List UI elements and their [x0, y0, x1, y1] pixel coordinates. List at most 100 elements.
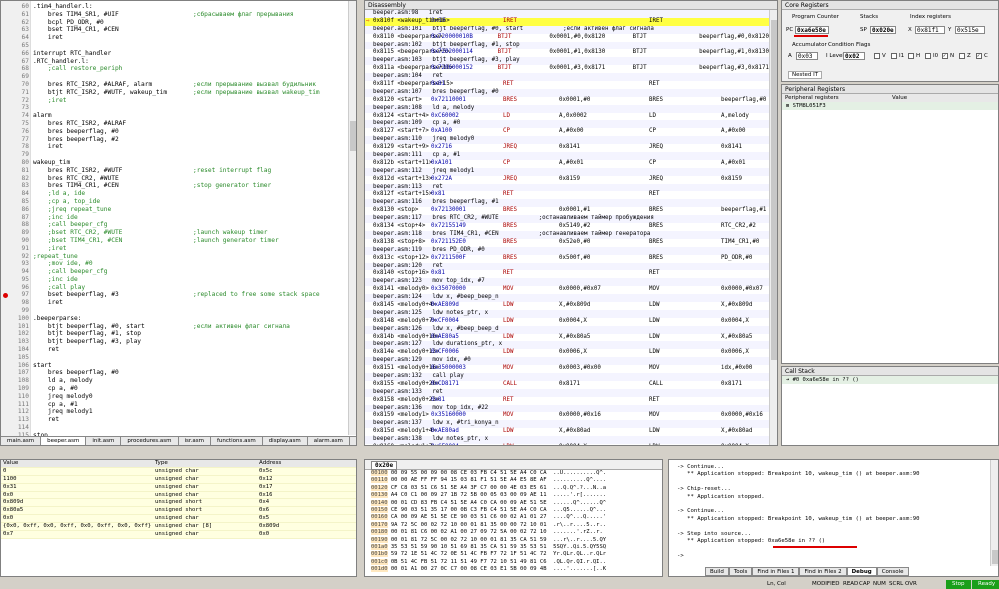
editor-tab[interactable]: display.asm — [262, 437, 308, 445]
instruction-line[interactable]: 0x8127 <start+7> 0xA100 CP A,#0x00 CP A,#0x00 — [365, 128, 769, 136]
a-value[interactable]: 0x03 — [796, 52, 818, 60]
output-tab[interactable]: Console — [876, 567, 909, 576]
source-line[interactable]: beeper.asm:119 bres PD_ODR, #0 — [365, 246, 769, 255]
source-line[interactable]: beeper.asm:133 ret — [365, 388, 769, 397]
editor-line[interactable]: 99 — [13, 307, 353, 315]
source-line[interactable]: beeper.asm:111 cp a, #1 — [365, 152, 769, 160]
source-line[interactable]: beeper.asm:125 ldw notes_ptr, x — [365, 309, 769, 318]
editor-line[interactable]: 85 ;cp a, top_ide — [13, 198, 353, 206]
editor-line[interactable]: 107 bres beeperflag, #0 — [13, 369, 353, 377]
editor-tab[interactable]: irq.asm — [349, 437, 356, 445]
editor-line[interactable]: 63 bset TIM4_CR1, #CEN — [13, 26, 353, 34]
editor-line[interactable]: 70 bres RTC_ISR2, #ALRAF, alarm ;если пр… — [13, 81, 353, 89]
editor-line[interactable]: 68 ;call restore_periph — [13, 65, 353, 73]
output-tab[interactable]: Find in Files 2 — [799, 567, 847, 576]
editor-line[interactable]: 76 bres beeperflag, #0 — [13, 128, 353, 136]
editor-line[interactable]: 83 bres TIM4_CR1, #CEN ;stop generator t… — [13, 182, 353, 190]
source-line[interactable]: beeper.asm:137 ldw x, #tri_konya_n — [365, 420, 769, 429]
instruction-line[interactable]: 0x8148 <melody0+7> 0xCF0004 LDW 0x0004,X LDW… — [365, 318, 769, 326]
source-line[interactable]: beeper.asm:108 ld a, melody — [365, 104, 769, 113]
source-line[interactable]: beeper.asm:109 cp a, #0 — [365, 120, 769, 129]
source-line[interactable]: beeper.asm:126 ldw x, #beep_beep_d — [365, 325, 769, 334]
editor-scroll-thumb[interactable] — [350, 121, 356, 151]
instruction-line[interactable]: 0x811a <beeperparse+10> 0x7206000152 BTJT 0… — [365, 65, 769, 73]
editor-line[interactable]: 110 jreq melody0 — [13, 393, 353, 401]
source-line[interactable]: beeper.asm:101 btjt beeperflag, #0, star… — [365, 25, 769, 34]
editor-line[interactable]: 88 ;call beeper_cfg — [13, 221, 353, 229]
editor-line[interactable]: 71 btjt RTC_ISR2, #WUTF, wakeup_tim ;есл… — [13, 89, 353, 97]
editor-line[interactable]: 105 — [13, 354, 353, 362]
editor-line[interactable]: 96 ;call play — [13, 284, 353, 292]
instruction-line[interactable]: 0x8158 <melody0+23> 0x81 RET RET — [365, 397, 769, 405]
editor-line[interactable]: 87 ;inc ide — [13, 214, 353, 222]
editor-line[interactable]: 93 ;mov ide, #0 — [13, 260, 353, 268]
editor-line[interactable]: 102 btjt beeperflag, #1, stop — [13, 330, 353, 338]
output-scrollbar[interactable] — [990, 460, 998, 566]
breakpoint-icon[interactable] — [3, 293, 8, 298]
output-tab[interactable]: Build — [705, 567, 729, 576]
editor-line[interactable]: 60 .tim4_handler.l: — [13, 3, 353, 11]
memory-row[interactable]: 00180 00 01 81 C6 00 02 A1 00 27 09 72 5… — [365, 529, 662, 536]
instruction-line[interactable]: 0x8134 <stop+4> 0x72155149 BRES 0x5149,#2 BR… — [365, 223, 769, 231]
instruction-line[interactable]: 0x8138 <stop+8> 0x721152E0 BRES 0x52e0,#0 BR… — [365, 239, 769, 247]
watch-row[interactable]: 0x809d unsigned short 0x4 — [1, 499, 356, 508]
stop-button[interactable]: Stop — [946, 580, 971, 589]
editor-line[interactable]: 106 start — [13, 362, 353, 370]
instruction-line[interactable]: 0x8115 <beeperparse+5> 0x7202000114 BTJT 0x… — [365, 49, 769, 57]
editor-line[interactable]: 64 iret — [13, 34, 353, 42]
disassembly-scrollbar[interactable] — [769, 10, 777, 445]
instruction-line[interactable]: 0x8129 <start+9> 0x2716 JREQ 0x8141 JREQ 0x81… — [365, 144, 769, 152]
memory-row[interactable]: 00130 A4 C0 C1 00 09 27 1B 72 5B 00 05 0… — [365, 492, 662, 499]
editor-line[interactable]: 108 ld a, melody — [13, 377, 353, 385]
flag-checkbox-h[interactable] — [908, 53, 914, 59]
instruction-line[interactable]: 0x8151 <melody0+16> 0x35000003 MOV 0x0003,#… — [365, 365, 769, 373]
editor-line[interactable]: 73 — [13, 104, 353, 112]
instruction-line[interactable]: 0x8155 <melody0+20> 0xCD8171 CALL 0x8171 CAL… — [365, 381, 769, 389]
editor-line[interactable]: 74 alarm — [13, 112, 353, 120]
source-line[interactable]: beeper.asm:104 ret — [365, 73, 769, 82]
source-line[interactable]: beeper.asm:138 ldw notes_ptr, x — [365, 436, 769, 444]
instruction-line[interactable]: 0x812d <start+13> 0x272A JREQ 0x8159 JREQ 0x8… — [365, 176, 769, 184]
instruction-line[interactable]: 0x811f <beeperparse+15> 0x81 RET RET — [365, 81, 769, 89]
editor-line[interactable]: 91 ;iret — [13, 245, 353, 253]
instruction-line[interactable]: 0x8124 <start+4> 0xC60002 LD A,0x0002 LD A,me… — [365, 113, 769, 121]
instruction-line[interactable]: 0x812f <start+15> 0x81 RET RET — [365, 191, 769, 199]
memory-row[interactable]: 00160 CA 00 09 AE 51 5E CE 90 03 51 C6 0… — [365, 514, 662, 521]
watch-row[interactable]: 0x80a5 unsigned short 0x6 — [1, 507, 356, 516]
source-line[interactable]: beeper.asm:123 mov top_idx, #7 — [365, 278, 769, 287]
peripheral-item[interactable]: ⊞ STM8L051F3 — [782, 102, 998, 110]
source-line[interactable]: beeper.asm:136 mov top_idx, #22 — [365, 404, 769, 413]
editor-line[interactable]: 113 ret — [13, 416, 353, 424]
editor-line[interactable]: 100 .beeperparse: — [13, 315, 353, 323]
memory-address-input[interactable]: 0x20e — [371, 461, 398, 470]
source-line[interactable]: beeper.asm:102 btjt beeperflag, #1, stop — [365, 41, 769, 50]
call-stack-frame[interactable]: ➔ #0 0xa6e58e in ?? () — [782, 376, 998, 384]
watch-row[interactable]: 0x31 unsigned char 0x17 — [1, 483, 356, 492]
source-line[interactable]: beeper.asm:107 bres beeperflag, #0 — [365, 88, 769, 97]
memory-row[interactable]: 00150 CE 90 03 51 35 17 00 0B C3 FB C4 5… — [365, 506, 662, 514]
instruction-line[interactable]: 0x8110 <beeperparse> 0x720000010B BTJT 0x00… — [365, 34, 769, 42]
editor-line[interactable]: 92 ;repeat_tune — [13, 253, 353, 261]
editor-line[interactable]: 97 bset beeperflag, #3 ;replaced to free… — [13, 291, 353, 299]
editor-tab[interactable]: functions.asm — [211, 437, 263, 445]
source-line[interactable]: beeper.asm:110 jreq melody0 — [365, 136, 769, 145]
watch-row[interactable]: 1100 unsigned char 0x12 — [1, 475, 356, 484]
editor-line[interactable]: 109 cp a, #0 — [13, 385, 353, 393]
editor-line[interactable]: 95 ;inc ide — [13, 276, 353, 284]
editor-tab[interactable]: init.asm — [86, 437, 122, 445]
editor-line[interactable]: 81 bres RTC_ISR2, #WUTF ;reset interrupt… — [13, 167, 353, 175]
nested-it-tab[interactable]: Nested IT — [788, 71, 823, 79]
memory-row[interactable]: 00170 9A 72 5C 00 02 72 10 00 01 81 35 0… — [365, 521, 662, 529]
editor-line[interactable]: 104 ret — [13, 346, 353, 354]
disassembly-listing[interactable]: beeper.asm:98 iret ⇨ 0x810f <wakeup_tim+16… — [365, 10, 769, 445]
x-value[interactable]: 0x81f1 — [915, 26, 945, 34]
instruction-line[interactable]: 0x815d <melody1+4> 0xAE80ad LDW X,#0x80ad LD… — [365, 428, 769, 436]
watch-row[interactable]: {0x0, 0xff, 0x0, 0xff, 0x0, 0xff, 0x0, 0… — [1, 523, 356, 532]
editor-line[interactable]: 84 ;ld a, ide — [13, 190, 353, 198]
memory-row[interactable]: 00190 00 01 81 72 5C 00 02 72 10 00 01 8… — [365, 536, 662, 544]
output-tab[interactable]: Tools — [728, 567, 753, 576]
editor-line[interactable]: 75 bres RTC_ISR2, #ALRAF — [13, 120, 353, 128]
instruction-line[interactable]: 0x8145 <melody0+4> 0xAE809d LDW X,#0x809d LD… — [365, 302, 769, 310]
watch-row[interactable]: 0x0 unsigned char 0x16 — [1, 491, 356, 500]
editor-line[interactable]: 67 .RTC_handler.l: — [13, 58, 353, 66]
